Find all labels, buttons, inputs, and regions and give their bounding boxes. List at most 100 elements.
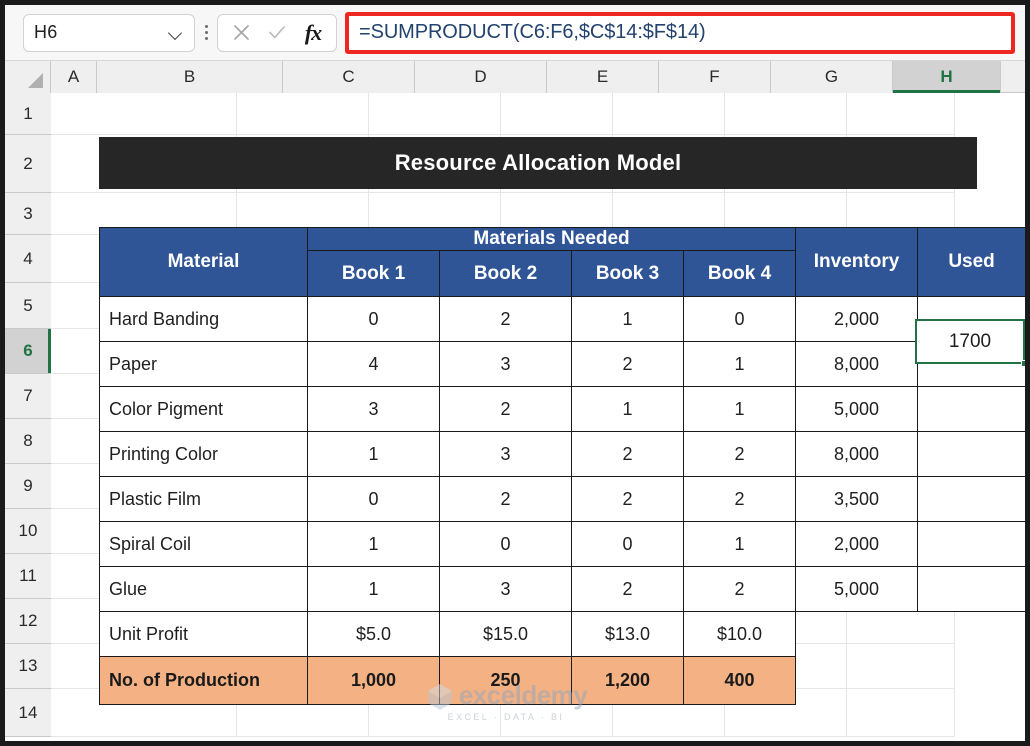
worksheet-grid[interactable]: Resource Allocation Model Material Mater… [51, 93, 1025, 741]
cell-material-4[interactable]: Plastic Film [100, 477, 308, 522]
cell-book2-5[interactable]: 0 [440, 522, 572, 567]
cell-empty[interactable] [918, 612, 1026, 657]
column-header-g[interactable]: G [771, 61, 893, 93]
cell-book3-6[interactable]: 2 [572, 567, 684, 612]
cell-unit-profit-book1[interactable]: $5.0 [308, 612, 440, 657]
cell-unit-profit-book3[interactable]: $13.0 [572, 612, 684, 657]
cell-material-6[interactable]: Glue [100, 567, 308, 612]
allocation-table: Material Materials Needed Inventory Used… [99, 227, 1026, 705]
row-header-5[interactable]: 5 [5, 283, 51, 329]
row-header-14[interactable]: 14 [5, 689, 51, 737]
cell-material-5[interactable]: Spiral Coil [100, 522, 308, 567]
name-box[interactable]: H6 [23, 14, 195, 52]
cell-book4-3[interactable]: 2 [684, 432, 796, 477]
row-header-12[interactable]: 12 [5, 599, 51, 644]
cell-inventory-0[interactable]: 2,000 [796, 297, 918, 342]
cell-book1-2[interactable]: 3 [308, 387, 440, 432]
cell-book4-2[interactable]: 1 [684, 387, 796, 432]
row-header-4[interactable]: 4 [5, 235, 51, 283]
cell-book2-1[interactable]: 3 [440, 342, 572, 387]
cell-inventory-1[interactable]: 8,000 [796, 342, 918, 387]
cell-production-book1[interactable]: 1,000 [308, 657, 440, 705]
cell-empty[interactable] [918, 657, 1026, 705]
cell-book2-3[interactable]: 3 [440, 432, 572, 477]
close-icon[interactable] [224, 17, 258, 49]
row-header-7[interactable]: 7 [5, 374, 51, 419]
cell-book3-1[interactable]: 2 [572, 342, 684, 387]
column-header-e[interactable]: E [547, 61, 659, 93]
cell-production-book2[interactable]: 250 [440, 657, 572, 705]
selected-cell-h6[interactable]: 1700 [915, 319, 1025, 364]
cell-unit-profit-book2[interactable]: $15.0 [440, 612, 572, 657]
cell-empty[interactable] [796, 657, 918, 705]
column-header-b[interactable]: B [97, 61, 283, 93]
cell-production-book3[interactable]: 1,200 [572, 657, 684, 705]
cell-book1-0[interactable]: 0 [308, 297, 440, 342]
cell-book2-0[interactable]: 2 [440, 297, 572, 342]
cell-book4-4[interactable]: 2 [684, 477, 796, 522]
cell-production-book4[interactable]: 400 [684, 657, 796, 705]
cell-book3-0[interactable]: 1 [572, 297, 684, 342]
cell-book1-1[interactable]: 4 [308, 342, 440, 387]
chevron-down-icon[interactable] [168, 25, 184, 41]
table-header-row-top: Material Materials Needed Inventory Used [100, 228, 1026, 251]
cell-book3-5[interactable]: 0 [572, 522, 684, 567]
fill-handle[interactable] [1021, 360, 1028, 367]
row-header-6[interactable]: 6 [5, 329, 51, 374]
cell-material-3[interactable]: Printing Color [100, 432, 308, 477]
row-header-10[interactable]: 10 [5, 509, 51, 554]
cell-material-0[interactable]: Hard Banding [100, 297, 308, 342]
cell-book2-4[interactable]: 2 [440, 477, 572, 522]
cell-book2-2[interactable]: 2 [440, 387, 572, 432]
cell-unit-profit-book4[interactable]: $10.0 [684, 612, 796, 657]
row-header-11[interactable]: 11 [5, 554, 51, 599]
select-all-corner[interactable] [5, 61, 51, 93]
more-vertical-icon[interactable] [195, 14, 217, 52]
cell-used-6[interactable] [918, 567, 1026, 612]
fx-icon[interactable]: fx [296, 17, 330, 49]
check-icon[interactable] [260, 17, 294, 49]
cell-used-4[interactable] [918, 477, 1026, 522]
column-header-d[interactable]: D [415, 61, 547, 93]
grid-cell [725, 93, 847, 135]
cell-inventory-4[interactable]: 3,500 [796, 477, 918, 522]
cell-book3-4[interactable]: 2 [572, 477, 684, 522]
row-header-9[interactable]: 9 [5, 464, 51, 509]
row-header-3[interactable]: 3 [5, 193, 51, 235]
cell-used-3[interactable] [918, 432, 1026, 477]
cell-used-2[interactable] [918, 387, 1026, 432]
cell-book3-2[interactable]: 1 [572, 387, 684, 432]
cell-unit-profit-label[interactable]: Unit Profit [100, 612, 308, 657]
row-header-1[interactable]: 1 [5, 93, 51, 135]
cell-material-1[interactable]: Paper [100, 342, 308, 387]
column-header-a[interactable]: A [51, 61, 97, 93]
cell-inventory-3[interactable]: 8,000 [796, 432, 918, 477]
cell-inventory-5[interactable]: 2,000 [796, 522, 918, 567]
cell-book3-3[interactable]: 2 [572, 432, 684, 477]
cell-book1-3[interactable]: 1 [308, 432, 440, 477]
cell-book4-6[interactable]: 2 [684, 567, 796, 612]
header-book-2: Book 2 [440, 251, 572, 297]
formula-input[interactable]: =SUMPRODUCT(C6:F6,$C$14:$F$14) [345, 12, 1015, 54]
header-book-4: Book 4 [684, 251, 796, 297]
cell-inventory-6[interactable]: 5,000 [796, 567, 918, 612]
cell-book1-4[interactable]: 0 [308, 477, 440, 522]
cell-book4-0[interactable]: 0 [684, 297, 796, 342]
cell-material-2[interactable]: Color Pigment [100, 387, 308, 432]
cell-production-label[interactable]: No. of Production [100, 657, 308, 705]
cell-book4-5[interactable]: 1 [684, 522, 796, 567]
row-header-13[interactable]: 13 [5, 644, 51, 689]
column-header-h[interactable]: H [893, 61, 1001, 93]
cell-book1-6[interactable]: 1 [308, 567, 440, 612]
row-header-8[interactable]: 8 [5, 419, 51, 464]
cell-book4-1[interactable]: 1 [684, 342, 796, 387]
column-header-f[interactable]: F [659, 61, 771, 93]
cell-book1-5[interactable]: 1 [308, 522, 440, 567]
cell-inventory-2[interactable]: 5,000 [796, 387, 918, 432]
row-header-2[interactable]: 2 [5, 135, 51, 193]
cell-book2-6[interactable]: 3 [440, 567, 572, 612]
column-header-c[interactable]: C [283, 61, 415, 93]
cell-used-5[interactable] [918, 522, 1026, 567]
cell-empty[interactable] [796, 612, 918, 657]
header-material: Material [100, 228, 308, 297]
